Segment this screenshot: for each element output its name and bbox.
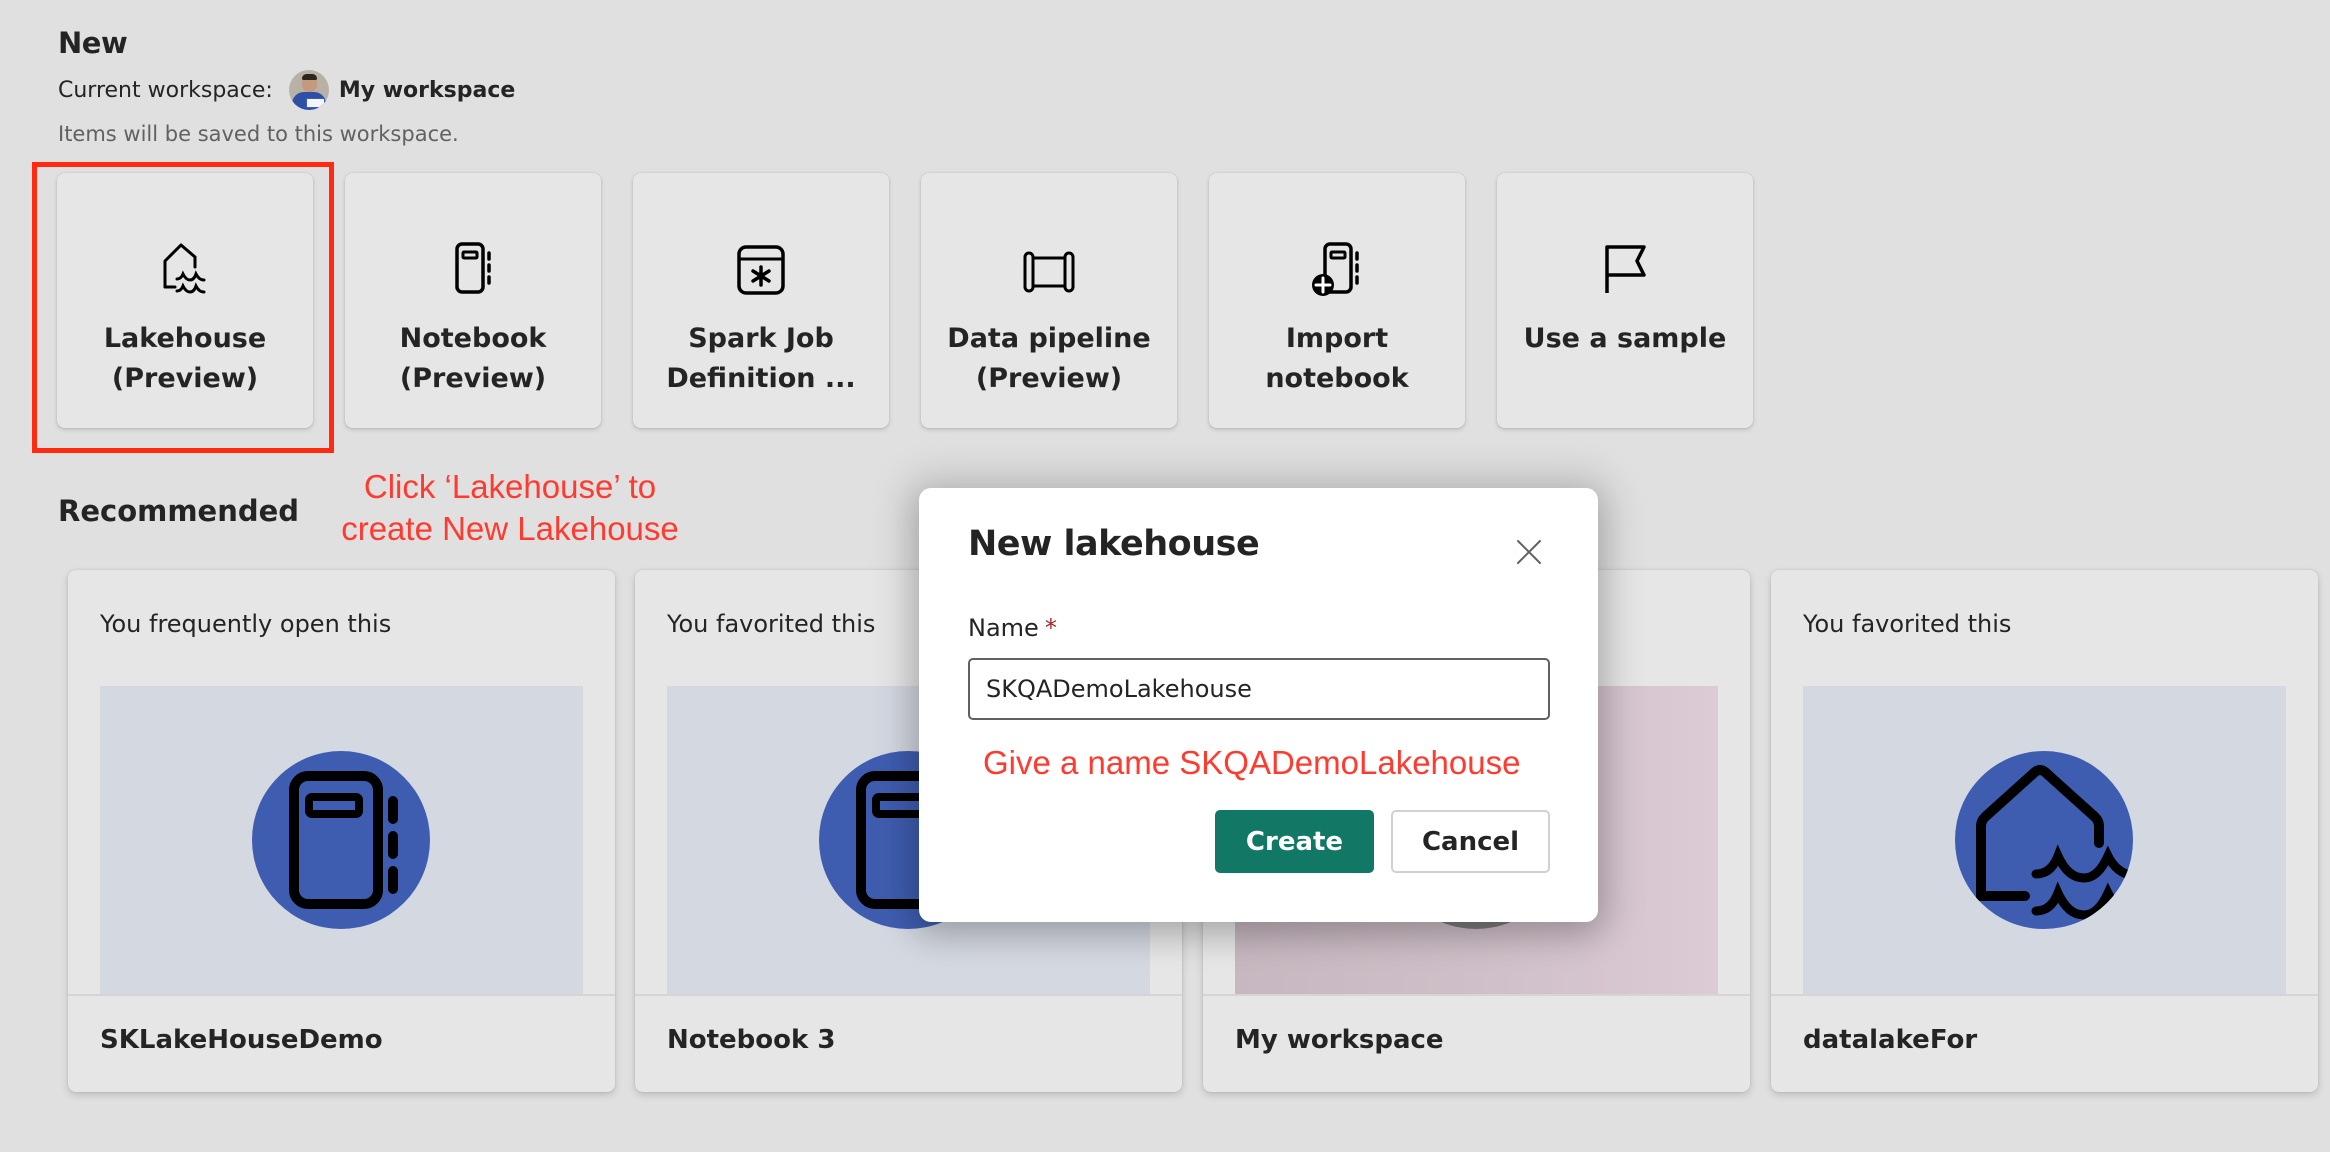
new-lakehouse-dialog: New lakehouse Name* Give a name SKQADemo…	[919, 488, 1598, 922]
new-item-label: Use a sample	[1523, 323, 1727, 354]
new-spark-job-card[interactable]: Spark Job Definition ...	[633, 173, 889, 428]
dialog-title: New lakehouse	[968, 524, 1260, 564]
lakehouse-icon	[1955, 751, 2133, 929]
page-title: New	[58, 26, 128, 60]
pipeline-icon	[1023, 251, 1075, 293]
workspace-label: Current workspace:	[58, 77, 273, 103]
spark-job-icon	[737, 245, 785, 295]
annotation-click-lakehouse: Click ‘Lakehouse’ to create New Lakehous…	[341, 468, 679, 547]
required-indicator: *	[1044, 614, 1057, 642]
new-lakehouse-card[interactable]: Lakehouse (Preview)	[57, 173, 313, 428]
new-data-pipeline-card[interactable]: Data pipeline (Preview)	[921, 173, 1177, 428]
recommend-reason: You favorited this	[667, 610, 876, 638]
notebook-icon	[252, 751, 430, 929]
cancel-button[interactable]: Cancel	[1391, 810, 1550, 873]
current-workspace-row: Current workspace: My workspace	[58, 70, 515, 110]
new-item-label: Spark Job Definition ...	[666, 323, 856, 394]
recommended-card[interactable]: You frequently open this SKLakeHouseDemo	[68, 570, 615, 1092]
thumbnail	[100, 686, 583, 994]
use-sample-card[interactable]: Use a sample	[1497, 173, 1753, 428]
lakehouse-icon	[163, 243, 206, 294]
item-name: SKLakeHouseDemo	[100, 1025, 383, 1055]
annotation-give-name: Give a name SKQADemoLakehouse	[983, 744, 1521, 781]
new-item-label: Import notebook	[1265, 323, 1409, 394]
new-notebook-card[interactable]: Notebook (Preview)	[345, 173, 601, 428]
new-item-label: Data pipeline (Preview)	[947, 323, 1151, 394]
flag-icon	[1605, 245, 1646, 293]
recommend-reason: You favorited this	[1803, 610, 2012, 638]
new-item-label: Lakehouse (Preview)	[103, 323, 267, 394]
thumbnail	[1803, 686, 2286, 994]
recommended-heading: Recommended	[58, 494, 300, 528]
name-input[interactable]	[968, 658, 1550, 720]
save-note: Items will be saved to this workspace.	[58, 122, 459, 146]
item-name: datalakeFor	[1803, 1025, 1978, 1055]
create-button[interactable]: Create	[1215, 810, 1374, 873]
avatar	[288, 70, 329, 110]
notebook-icon	[455, 242, 491, 294]
import-notebook-icon	[1312, 242, 1359, 296]
item-name: My workspace	[1235, 1025, 1444, 1055]
new-item-label: Notebook (Preview)	[399, 323, 547, 394]
item-name: Notebook 3	[667, 1025, 836, 1055]
recommended-card[interactable]: You favorited this datalakeFor	[1771, 570, 2318, 1092]
close-icon[interactable]	[1515, 538, 1543, 566]
name-field-label: Name *	[968, 614, 1057, 642]
import-notebook-card[interactable]: Import notebook	[1209, 173, 1465, 428]
workspace-name: My workspace	[338, 77, 516, 103]
recommend-reason: You frequently open this	[100, 610, 392, 638]
